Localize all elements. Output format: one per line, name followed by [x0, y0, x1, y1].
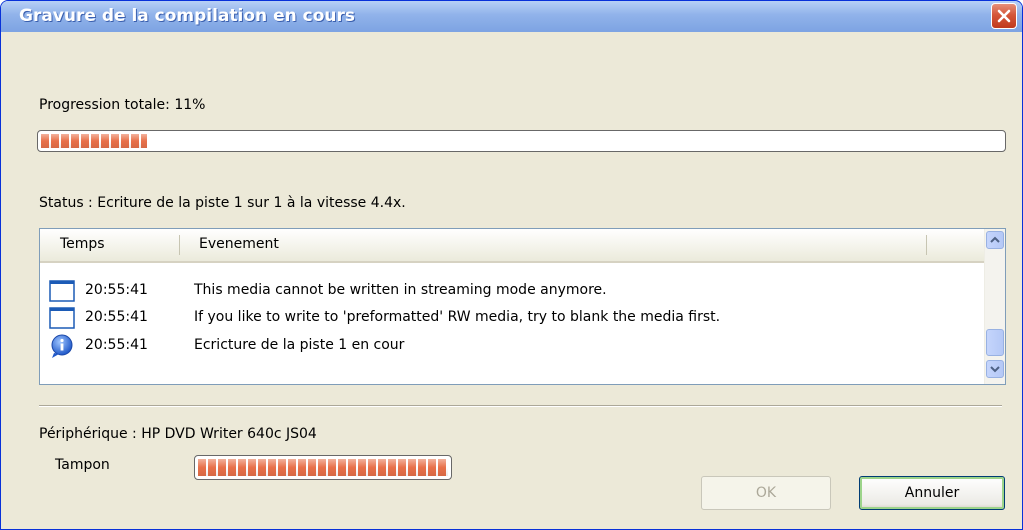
device-label: Périphérique : HP DVD Writer 640c JS04 [39, 426, 317, 442]
chevron-up-icon [990, 236, 1000, 243]
window-title: Gravure de la compilation en cours [19, 6, 355, 26]
buffer-progress-fill [198, 459, 448, 476]
ok-button[interactable]: OK [701, 476, 831, 510]
total-progress-bar [37, 130, 1006, 152]
cancel-button[interactable]: Annuler [859, 476, 1005, 510]
burn-dialog: Gravure de la compilation en cours Progr… [0, 0, 1023, 530]
log-event: Ecricture de la piste 1 en cour [194, 337, 405, 353]
log-row[interactable]: 20:55:41 Ecricture de la piste 1 en cour [40, 333, 980, 359]
log-time: 20:55:41 [85, 337, 148, 353]
total-progress-fill [41, 134, 147, 148]
divider [39, 405, 1002, 407]
column-header-time[interactable]: Temps [60, 236, 105, 252]
event-log-list[interactable]: Temps Evenement 20:55:41 This media cann… [39, 228, 1006, 385]
chevron-down-icon [990, 366, 1000, 373]
message-icon [49, 280, 75, 302]
column-divider[interactable] [179, 235, 180, 255]
scroll-thumb[interactable] [986, 329, 1004, 356]
status-text: Status : Ecriture de la piste 1 sur 1 à … [39, 195, 406, 211]
log-header: Temps Evenement [40, 229, 985, 263]
buffer-progress-bar [194, 455, 452, 480]
message-icon [49, 307, 75, 329]
log-row[interactable]: 20:55:41 This media cannot be written in… [40, 278, 980, 304]
scroll-down-button[interactable] [986, 360, 1004, 378]
log-row[interactable]: 20:55:41 If you like to write to 'prefor… [40, 305, 980, 331]
title-bar[interactable]: Gravure de la compilation en cours [1, 1, 1022, 32]
scroll-up-button[interactable] [986, 231, 1004, 249]
log-time: 20:55:41 [85, 309, 148, 325]
column-header-event[interactable]: Evenement [199, 236, 279, 252]
column-divider[interactable] [926, 235, 927, 255]
close-icon [997, 9, 1011, 23]
buffer-label: Tampon [55, 457, 110, 473]
total-progress-label: Progression totale: 11% [39, 97, 206, 113]
log-scrollbar[interactable] [984, 229, 1005, 384]
log-event: If you like to write to 'preformatted' R… [194, 309, 721, 325]
close-button[interactable] [991, 3, 1017, 29]
log-time: 20:55:41 [85, 282, 148, 298]
log-event: This media cannot be written in streamin… [194, 282, 607, 298]
info-icon [51, 334, 73, 358]
